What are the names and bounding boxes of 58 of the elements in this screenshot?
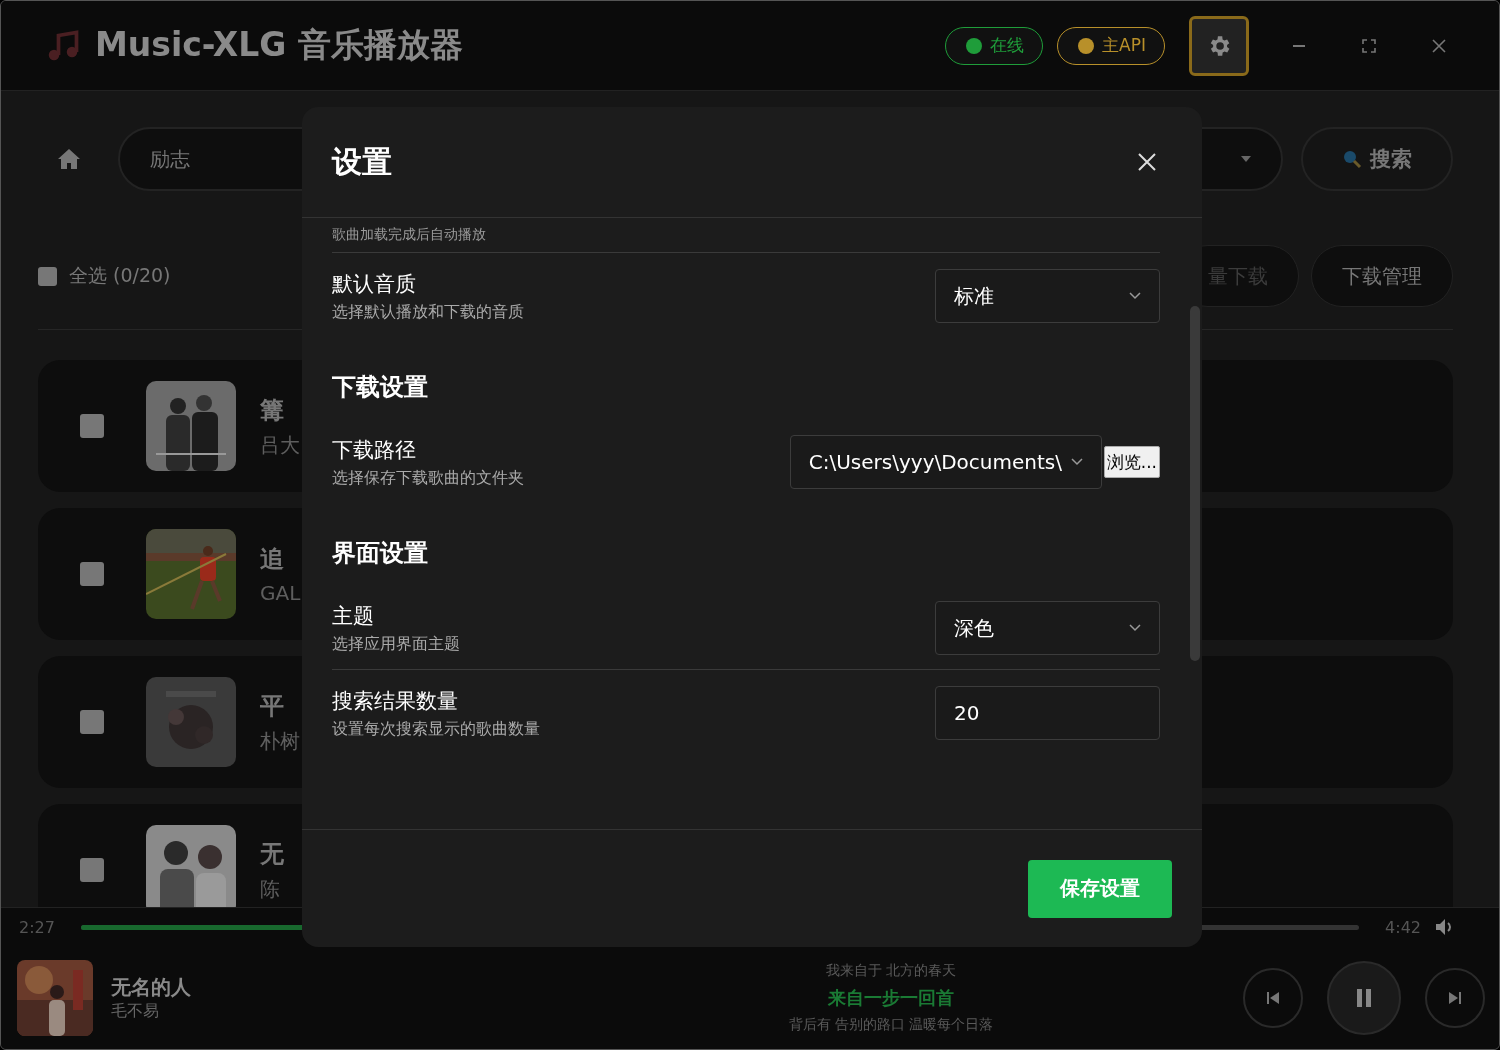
caret-icon [1241,156,1251,162]
search-button[interactable]: 搜索 [1301,127,1453,191]
path-dropdown[interactable]: C:\Users\yyy\Documents\ [789,435,1102,489]
status-pill: 主API [1057,26,1165,65]
checkbox[interactable] [80,562,104,586]
checkbox[interactable] [80,858,104,882]
setting-label: 搜索结果数量 [332,687,459,715]
section-heading: 下载设置 [332,373,428,401]
setting-description: 选择保存下载歌曲的文件夹 [332,467,524,489]
lyric-line: 来自一步一回首 [828,985,954,1010]
now-playing-artist: 毛不易 [111,1000,160,1022]
skip-back-icon [1266,990,1280,1005]
fullscreen-icon [1362,38,1376,53]
app-title: Music-XLG 音乐播放器 [95,24,463,66]
dropdown[interactable]: 深色 [935,601,1160,655]
pause-icon [1355,988,1373,1007]
now-playing-title: 无名的人 [111,973,192,1001]
chevron-down-icon [1129,624,1141,632]
song-artist: 吕大 [260,431,300,459]
close-icon [1138,153,1156,171]
song-artist: GAL [260,581,301,605]
setting-label: 默认音质 [332,270,417,298]
lyric-line: 背后有 告别的路口 温暖每个日落 [788,1015,994,1034]
duration-time: 4:42 [1385,917,1421,937]
input-field[interactable]: 20 [935,686,1160,740]
skip-forward-icon [1448,990,1462,1005]
checkbox[interactable] [38,266,57,286]
close-icon [1432,38,1446,53]
setting-description: 选择默认播放和下载的音质 [332,301,524,323]
download-manager-button[interactable]: 下载管理 [1311,245,1453,307]
checkbox[interactable] [80,710,104,734]
minimize-icon [1293,44,1305,47]
scrollbar-thumb[interactable] [1190,306,1200,661]
search-icon [1342,149,1362,169]
song-artist: 朴树 [260,727,300,755]
song-title: 无 [260,838,284,870]
song-title: 追 [260,544,285,575]
dropdown[interactable]: 标准 [935,269,1160,323]
chevron-down-icon [1129,292,1141,300]
setting-description: 选择应用界面主题 [332,633,460,655]
settings-button[interactable] [1189,15,1249,76]
chevron-down-icon [1070,458,1083,466]
checkbox[interactable] [80,414,104,438]
home-icon [57,148,81,170]
browse-button[interactable]: 浏览... [1103,446,1160,478]
setting-description: 歌曲加载完成后自动播放 [332,226,486,242]
setting-label: 主题 [332,602,375,630]
select-all-label: 全选 (0/20) [69,263,171,288]
dialog-title: 设置 [332,142,392,181]
lyric-line: 我来自于 北方的春天 [825,961,957,980]
song-artist: 陈 [260,875,281,903]
status-pill: 在线 [945,26,1044,65]
setting-description: 设置每次搜索显示的歌曲数量 [332,718,540,740]
song-title: 平 [260,690,285,722]
song-title: 篝 [260,394,285,426]
section-heading: 界面设置 [332,539,428,567]
elapsed-time: 2:27 [19,917,55,937]
setting-label: 下载路径 [332,436,417,464]
